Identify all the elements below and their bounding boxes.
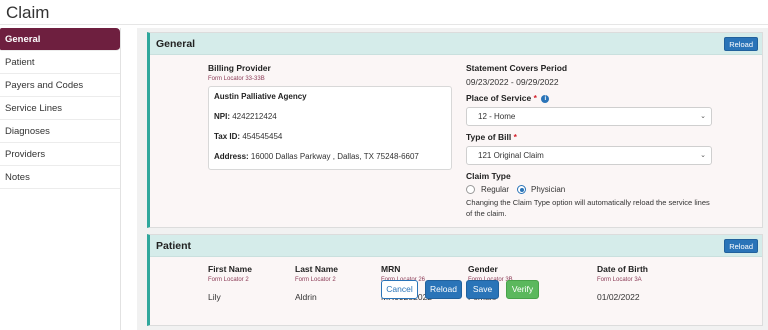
sidebar-item-notes[interactable]: Notes <box>0 166 120 189</box>
tax-id-value: 454545454 <box>242 132 283 141</box>
first-name-locator: Form Locator 2 <box>208 277 249 283</box>
general-reload-button[interactable]: Reload <box>724 37 758 51</box>
required-marker: * <box>533 93 537 103</box>
npi-label: NPI: <box>214 112 230 121</box>
place-of-service-label: Place of Service * i <box>466 93 550 103</box>
claim-type-physician-radio[interactable] <box>517 185 526 194</box>
first-name-value: Lily <box>208 292 221 302</box>
required-marker: * <box>513 132 517 142</box>
sidebar-item-general[interactable]: General <box>0 28 120 51</box>
chevron-down-icon: ⌄ <box>700 152 706 159</box>
claim-type-regular-label[interactable]: Regular <box>481 185 509 194</box>
patient-reload-button[interactable]: Reload <box>724 239 758 253</box>
last-name-locator: Form Locator 2 <box>295 277 336 283</box>
place-of-service-label-text: Place of Service <box>466 93 532 103</box>
claim-type-physician-label[interactable]: Physician <box>531 185 565 194</box>
chevron-down-icon: ⌄ <box>700 113 706 120</box>
tax-id-label: Tax ID: <box>214 132 241 141</box>
general-panel: General Reload Billing Provider Form Loc… <box>147 32 763 228</box>
save-button[interactable]: Save <box>466 280 499 299</box>
provider-tax-id: Tax ID: 454545454 <box>214 132 282 141</box>
sidebar-item-providers[interactable]: Providers <box>0 143 120 166</box>
first-name-label: First Name <box>208 264 252 274</box>
billing-provider-card: Austin Palliative Agency NPI: 4242212424… <box>208 86 452 170</box>
verify-button[interactable]: Verify <box>506 280 539 299</box>
claim-type-regular-radio[interactable] <box>466 185 475 194</box>
general-panel-title: General <box>156 38 196 50</box>
reload-button[interactable]: Reload <box>425 280 462 299</box>
sidebar-item-diagnoses[interactable]: Diagnoses <box>0 120 120 143</box>
page-title: Claim <box>6 3 50 22</box>
type-of-bill-label: Type of Bill * <box>466 132 517 142</box>
claim-type-note: Changing the Claim Type option will auto… <box>466 198 710 218</box>
billing-provider-locator: Form Locator 33-33B <box>208 76 265 82</box>
date-of-birth-label: Date of Birth <box>597 264 648 274</box>
type-of-bill-label-text: Type of Bill <box>466 132 512 142</box>
place-of-service-value: 12 - Home <box>478 112 516 121</box>
provider-name: Austin Palliative Agency <box>214 92 307 101</box>
claim-type-label: Claim Type <box>466 171 511 181</box>
place-of-service-select[interactable]: 12 - Home ⌄ <box>466 107 712 126</box>
gender-label: Gender <box>468 264 498 274</box>
sidebar-item-payers-and-codes[interactable]: Payers and Codes <box>0 74 120 97</box>
type-of-bill-value: 121 Original Claim <box>478 151 544 160</box>
date-of-birth-locator: Form Locator 3A <box>597 277 642 283</box>
cancel-button[interactable]: Cancel <box>381 280 418 299</box>
mrn-label: MRN <box>381 264 401 274</box>
statement-period-value: 09/23/2022 - 09/29/2022 <box>466 77 559 87</box>
sidebar-item-patient[interactable]: Patient <box>0 51 120 74</box>
billing-provider-label: Billing Provider <box>208 63 271 73</box>
patient-panel-title: Patient <box>156 240 192 252</box>
general-panel-header: General Reload <box>150 33 762 55</box>
statement-period-label: Statement Covers Period <box>466 63 568 73</box>
npi-value: 4242212424 <box>232 112 277 121</box>
last-name-value: Aldrin <box>295 292 317 302</box>
type-of-bill-select[interactable]: 121 Original Claim ⌄ <box>466 146 712 165</box>
patient-panel-header: Patient Reload <box>150 235 762 257</box>
address-label: Address: <box>214 152 249 161</box>
last-name-label: Last Name <box>295 264 338 274</box>
provider-address: Address: 16000 Dallas Parkway , Dallas, … <box>214 152 419 161</box>
sidebar-item-service-lines[interactable]: Service Lines <box>0 97 120 120</box>
header-divider <box>0 24 768 25</box>
date-of-birth-value: 01/02/2022 <box>597 292 640 302</box>
info-icon[interactable]: i <box>541 95 550 103</box>
provider-npi: NPI: 4242212424 <box>214 112 277 121</box>
address-value: 16000 Dallas Parkway , Dallas, TX 75248-… <box>250 152 419 161</box>
sidebar: General Patient Payers and Codes Service… <box>0 28 121 330</box>
